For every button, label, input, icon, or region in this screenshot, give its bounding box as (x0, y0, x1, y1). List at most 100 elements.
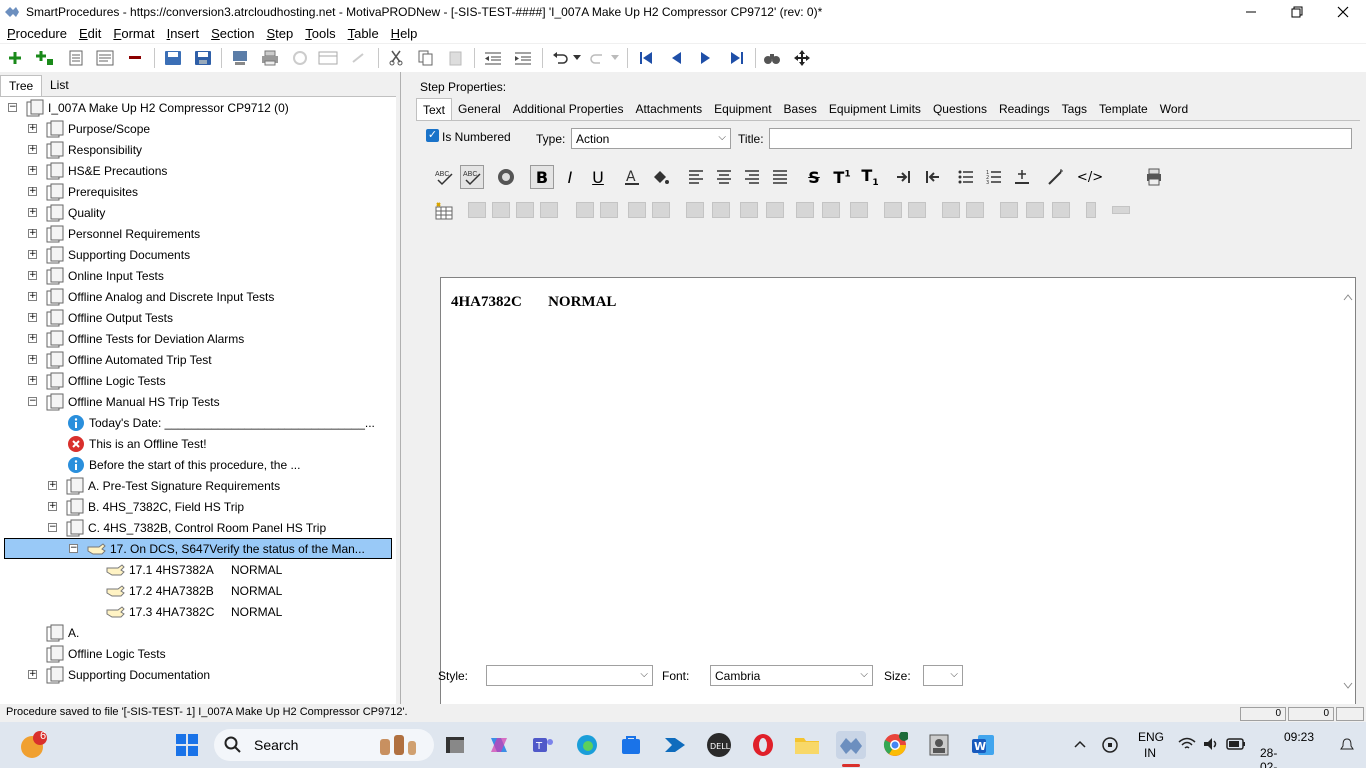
print-icon[interactable] (260, 49, 280, 67)
magic-wand-icon[interactable] (1044, 165, 1068, 189)
tab-general[interactable]: General (452, 98, 507, 120)
redo-gray-icon[interactable] (348, 49, 368, 67)
html-source-icon[interactable]: </> (1077, 165, 1103, 189)
underline-button[interactable]: U (586, 165, 610, 189)
wifi-icon[interactable] (1178, 736, 1196, 752)
collapse-icon[interactable]: − (28, 397, 37, 406)
tree-section[interactable]: − Offline Manual HS Trip Tests (0, 391, 220, 412)
tree-section[interactable]: A. (0, 622, 79, 643)
tree-section[interactable]: + Prerequisites (0, 181, 138, 202)
move-icon[interactable] (792, 49, 812, 67)
type-select[interactable]: Action ⌵ (571, 128, 731, 149)
tree-substep[interactable]: 17.1 4HS7382A NORMAL (0, 559, 282, 580)
collapse-icon[interactable]: − (48, 523, 57, 532)
taskbar-search[interactable]: Search (214, 729, 434, 761)
numbered-list-icon[interactable]: 123 (982, 165, 1006, 189)
notifications-icon[interactable] (1340, 738, 1354, 752)
step-text-editor[interactable]: 4HA7382C NORMAL (440, 277, 1356, 707)
size-select[interactable]: ⌵ (923, 665, 963, 686)
network-sync-icon[interactable] (1100, 736, 1120, 754)
tree-selected-step[interactable]: − 17. On DCS, S647Verify the status of t… (4, 538, 392, 559)
tree-section[interactable]: + Supporting Documentation (0, 664, 210, 685)
redo-dropdown-icon[interactable] (605, 49, 625, 67)
tab-equipment-limits[interactable]: Equipment Limits (823, 98, 927, 120)
menu-help[interactable]: Help (391, 26, 418, 41)
tab-bases[interactable]: Bases (778, 98, 823, 120)
tree-section[interactable]: + Offline Logic Tests (0, 370, 166, 391)
tree-substep[interactable]: 17.2 4HA7382B NORMAL (0, 580, 282, 601)
cut-icon[interactable] (386, 49, 406, 67)
clock-date[interactable]: 28-02-2025 (1260, 746, 1287, 768)
tree-root[interactable]: − I_007A Make Up H2 Compressor CP9712 (0… (0, 97, 396, 118)
add-substep-icon[interactable] (35, 49, 55, 67)
expand-icon[interactable]: + (28, 271, 37, 280)
copy-icon[interactable] (416, 49, 436, 67)
is-numbered-checkbox[interactable]: ✓ (426, 129, 439, 142)
power-automate-icon[interactable] (660, 731, 690, 759)
tab-tree[interactable]: Tree (0, 75, 43, 96)
menu-step[interactable]: Step (266, 26, 293, 41)
spellcheck-auto-icon[interactable]: ABC (460, 165, 484, 189)
refresh-icon[interactable] (290, 49, 310, 67)
tree-section[interactable]: + HS&E Precautions (0, 160, 167, 181)
add-icon[interactable] (5, 49, 25, 67)
superscript-button[interactable]: T1 (830, 165, 854, 189)
tree-section[interactable]: + Purpose/Scope (0, 118, 150, 139)
color-wheel-icon[interactable] (494, 165, 518, 189)
tree-section[interactable]: + Offline Output Tests (0, 307, 173, 328)
list-icon[interactable] (66, 49, 86, 67)
undo-dropdown-icon[interactable] (567, 49, 587, 67)
font-select[interactable]: Cambria ⌵ (710, 665, 873, 686)
insert-divider-icon[interactable] (1010, 165, 1034, 189)
tree-section[interactable]: + Offline Analog and Discrete Input Test… (0, 286, 274, 307)
tab-readings[interactable]: Readings (993, 98, 1056, 120)
language-indicator[interactable]: ENG (1138, 730, 1164, 744)
indent-left-icon[interactable] (920, 165, 944, 189)
volume-icon[interactable] (1202, 736, 1220, 752)
expand-icon[interactable]: + (28, 166, 37, 175)
tab-equipment[interactable]: Equipment (708, 98, 777, 120)
chevron-up-icon[interactable] (1074, 740, 1086, 748)
expand-icon[interactable]: + (28, 208, 37, 217)
collapse-icon[interactable]: − (8, 103, 17, 112)
remove-icon[interactable] (125, 49, 145, 67)
clock-time[interactable]: 09:23 (1284, 730, 1314, 744)
font-color-icon[interactable]: A (620, 165, 644, 189)
bullet-list-icon[interactable] (954, 165, 978, 189)
print-preview-icon[interactable] (1142, 165, 1166, 189)
menu-tools[interactable]: Tools (305, 26, 335, 41)
smartprocedures-app-icon[interactable] (836, 731, 866, 759)
copilot-icon[interactable] (484, 731, 514, 759)
align-center-icon[interactable] (712, 165, 736, 189)
tree-section[interactable]: + Personnel Requirements (0, 223, 200, 244)
tree-section[interactable]: + Responsibility (0, 139, 142, 160)
paste-icon[interactable] (446, 49, 466, 67)
store-icon[interactable] (616, 731, 646, 759)
last-icon[interactable] (727, 49, 747, 67)
expand-icon[interactable]: + (28, 355, 37, 364)
insert-table-icon[interactable] (432, 199, 456, 223)
collapse-icon[interactable]: − (69, 544, 78, 553)
tree-subsection[interactable]: − C. 4HS_7382B, Control Room Panel HS Tr… (0, 517, 326, 538)
tab-additional-properties[interactable]: Additional Properties (507, 98, 630, 120)
tree-info-item[interactable]: Today's Date: __________________________… (0, 412, 375, 433)
tab-tags[interactable]: Tags (1056, 98, 1093, 120)
word-icon[interactable]: W (968, 731, 998, 759)
panel-splitter[interactable] (400, 72, 408, 704)
indent-right-icon[interactable] (892, 165, 916, 189)
title-input[interactable] (769, 128, 1352, 149)
editor-scrollbar[interactable] (1341, 278, 1355, 706)
start-button-icon[interactable] (172, 731, 202, 759)
previous-icon[interactable] (666, 49, 686, 67)
expand-icon[interactable]: + (28, 124, 37, 133)
tree-substep[interactable]: 17.3 4HA7382C NORMAL (0, 601, 282, 622)
tab-questions[interactable]: Questions (927, 98, 993, 120)
tree-section[interactable]: + Quality (0, 202, 105, 223)
tree-warning-item[interactable]: This is an Offline Test! (0, 433, 207, 454)
tree-subsection[interactable]: + A. Pre-Test Signature Requirements (0, 475, 280, 496)
outdent-icon[interactable] (483, 49, 503, 67)
expand-icon[interactable]: + (28, 376, 37, 385)
expand-icon[interactable]: + (28, 670, 37, 679)
tab-attachments[interactable]: Attachments (629, 98, 708, 120)
tree-section[interactable]: + Offline Tests for Deviation Alarms (0, 328, 244, 349)
